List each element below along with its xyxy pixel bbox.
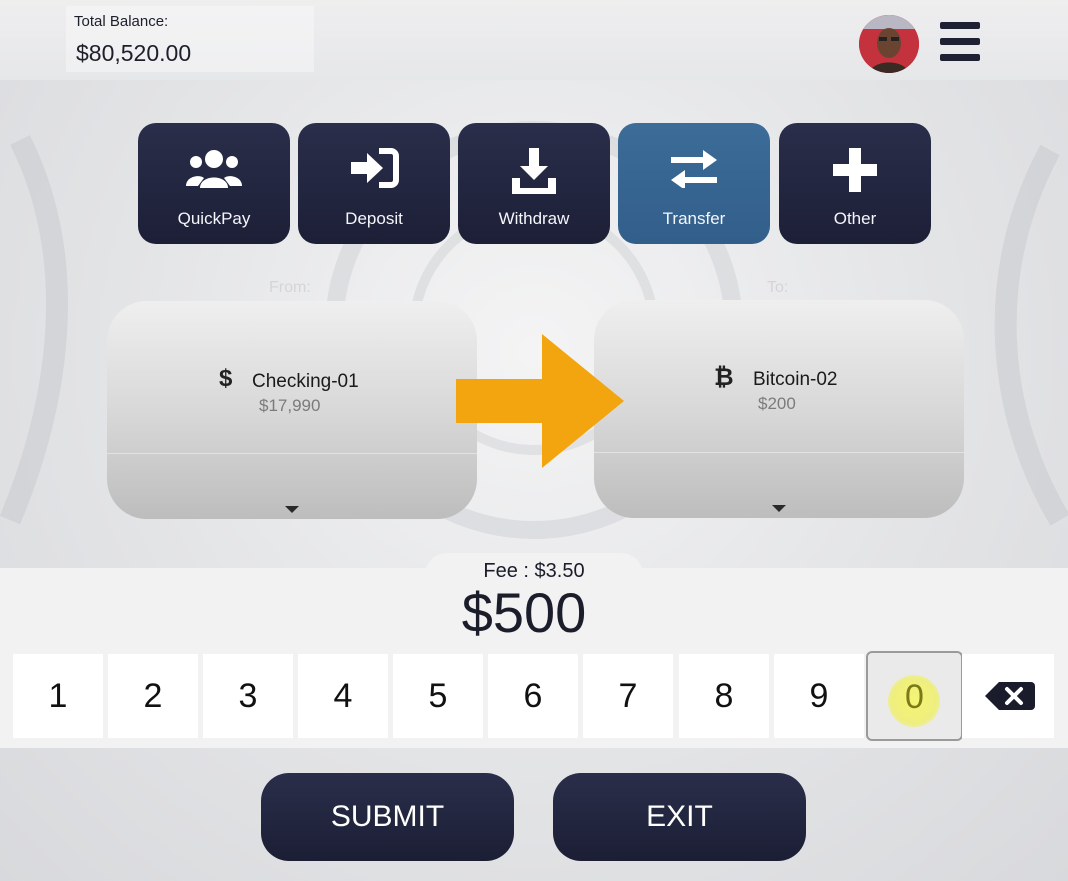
users-icon: [186, 150, 242, 188]
key-3[interactable]: 3: [203, 654, 293, 738]
plus-icon: [833, 148, 877, 192]
quickpay-label: QuickPay: [177, 209, 251, 228]
key-label: 3: [238, 677, 258, 715]
other-button[interactable]: Other: [779, 123, 931, 244]
withdraw-button[interactable]: Withdraw: [458, 123, 610, 244]
avatar-image: [859, 15, 919, 73]
total-balance-value: $80,520.00: [76, 40, 192, 66]
user-avatar[interactable]: [859, 15, 919, 73]
transfer-label: Transfer: [662, 209, 726, 228]
amount-display: $500: [461, 581, 587, 644]
withdraw-label: Withdraw: [498, 209, 570, 228]
key-label: 1: [48, 677, 68, 715]
key-label: 5: [428, 677, 448, 715]
download-icon: [512, 148, 556, 194]
bitcoin-icon: ₿: [714, 364, 734, 391]
sign-in-icon: [351, 148, 399, 188]
key-1[interactable]: 1: [13, 654, 103, 738]
key-9[interactable]: 9: [774, 654, 864, 738]
from-account-select[interactable]: $ Checking-01 $17,990: [107, 301, 477, 519]
transfer-button[interactable]: Transfer: [618, 123, 770, 244]
card-divider: [594, 452, 964, 453]
backspace-button[interactable]: [962, 654, 1054, 738]
deposit-label: Deposit: [345, 209, 403, 228]
key-4[interactable]: 4: [298, 654, 388, 738]
to-account-name: Bitcoin-02: [753, 369, 838, 390]
menu-bar: [940, 22, 980, 29]
deposit-button[interactable]: Deposit: [298, 123, 450, 244]
key-label: 9: [809, 677, 829, 715]
key-0[interactable]: 0: [866, 651, 963, 741]
key-6[interactable]: 6: [488, 654, 578, 738]
menu-bar: [940, 54, 980, 61]
hamburger-menu-icon[interactable]: [940, 22, 980, 62]
key-label: 2: [143, 677, 163, 715]
total-balance-panel: Total Balance: $80,520.00: [66, 6, 314, 72]
exchange-arrows-icon: [671, 150, 717, 188]
to-account-balance: $200: [758, 394, 796, 413]
quickpay-button[interactable]: QuickPay: [138, 123, 290, 244]
card-divider: [107, 453, 477, 454]
key-label: 7: [618, 677, 638, 715]
backspace-icon: [985, 682, 1035, 710]
key-5[interactable]: 5: [393, 654, 483, 738]
exit-button[interactable]: EXIT: [553, 773, 806, 861]
key-8[interactable]: 8: [679, 654, 769, 738]
to-account-select[interactable]: ₿ Bitcoin-02 $200: [594, 300, 964, 518]
from-account-balance: $17,990: [259, 396, 321, 415]
key-label: 6: [523, 677, 543, 715]
from-account-name: Checking-01: [252, 371, 359, 392]
dollar-icon: $: [219, 365, 233, 392]
chevron-down-icon: [285, 506, 299, 513]
to-label: To:: [767, 279, 789, 296]
menu-bar: [940, 38, 980, 45]
submit-button[interactable]: SUBMIT: [261, 773, 514, 861]
key-7[interactable]: 7: [583, 654, 673, 738]
header-bar: Total Balance: $80,520.00: [0, 0, 1068, 80]
arrow-right-icon: [456, 334, 624, 468]
key-label: 0: [905, 678, 924, 716]
key-label: 4: [333, 677, 353, 715]
key-label: 8: [714, 677, 734, 715]
chevron-down-icon: [772, 505, 786, 512]
other-label: Other: [833, 209, 877, 228]
from-label: From:: [269, 279, 311, 296]
key-2[interactable]: 2: [108, 654, 198, 738]
total-balance-label: Total Balance:: [74, 13, 169, 30]
